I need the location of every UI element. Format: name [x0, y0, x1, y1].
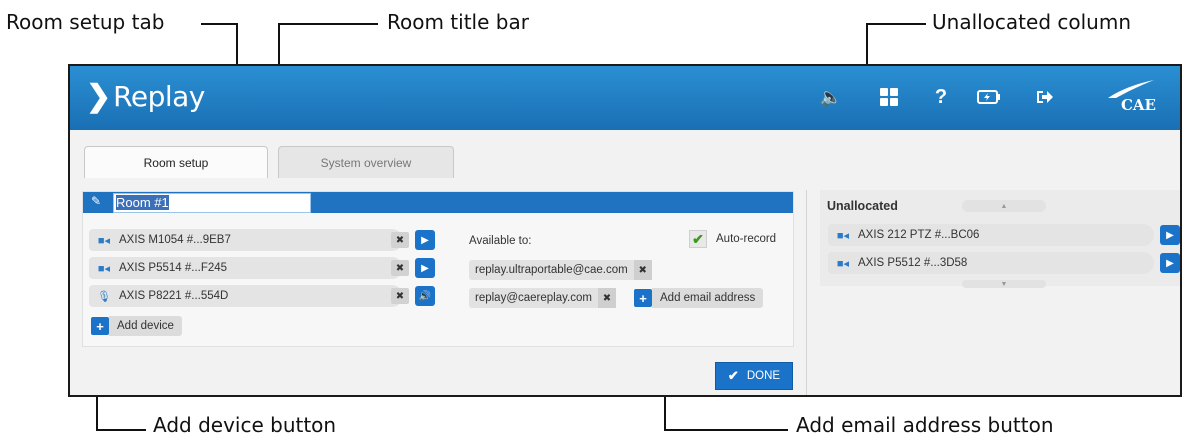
add-device-button[interactable]: + Add device: [91, 316, 182, 336]
plus-icon: +: [91, 317, 109, 335]
chevron-logo-icon: ❯: [86, 79, 112, 113]
device-pill: ■◂ AXIS P5514 #...F245: [89, 257, 403, 279]
leader-line: [96, 429, 146, 431]
pencil-icon[interactable]: ✎: [91, 194, 107, 210]
app-header: ❯ Replay 🔈 ? CAE: [70, 66, 1180, 130]
leader-line: [278, 23, 378, 25]
done-label: DONE: [746, 370, 781, 382]
logout-icon[interactable]: [1034, 86, 1056, 108]
column-divider: [806, 190, 807, 395]
checkmark-icon: ✔: [689, 230, 707, 248]
auto-record-label: Auto-record: [716, 233, 777, 245]
remove-email-button[interactable]: ✖: [633, 260, 652, 280]
speaker-icon[interactable]: 🔈: [820, 86, 842, 108]
email-address: replay@caereplay.com: [469, 288, 598, 308]
tab-room-setup[interactable]: Room setup: [84, 146, 268, 178]
annotated-screenshot: Room setup tab Room title bar Unallocate…: [0, 0, 1196, 442]
callout-room-setup-tab: Room setup tab: [6, 10, 165, 34]
play-icon[interactable]: ▶: [1160, 225, 1180, 245]
remove-email-button[interactable]: ✖: [597, 288, 616, 308]
room-title-input[interactable]: Room #1: [113, 193, 311, 213]
leader-line: [866, 23, 926, 25]
play-icon[interactable]: ▶: [415, 258, 435, 278]
tab-system-overview[interactable]: System overview: [278, 146, 454, 178]
callout-unallocated-column: Unallocated column: [932, 10, 1131, 34]
device-name: AXIS P8221 #...554D: [119, 290, 229, 302]
replay-logo: ❯ Replay: [86, 76, 205, 116]
app-name: Replay: [113, 79, 205, 113]
checkmark-icon: ✔: [727, 368, 739, 383]
device-name: AXIS M1054 #...9EB7: [119, 234, 231, 246]
done-button[interactable]: ✔ DONE: [715, 362, 793, 390]
remove-device-button[interactable]: ✖: [391, 288, 409, 304]
callout-add-device-button: Add device button: [153, 413, 337, 437]
email-chip: replay.ultraportable@cae.com ✖: [469, 260, 652, 280]
leader-line: [664, 429, 788, 431]
battery-icon[interactable]: [976, 86, 1002, 108]
microphone-icon: 🎙: [97, 290, 111, 303]
unallocated-column: Unallocated ▲ ■◂ AXIS 212 PTZ #...BC06 ▶ …: [820, 190, 1180, 288]
device-pill: ■◂ AXIS P5512 #...3D58: [828, 252, 1154, 274]
grid-icon[interactable]: [878, 86, 900, 108]
camera-icon: ■◂: [836, 229, 850, 242]
unallocated-title: Unallocated: [827, 199, 898, 213]
device-pill: ■◂ AXIS M1054 #...9EB7: [89, 229, 403, 251]
cae-logo: CAE: [1106, 78, 1156, 114]
scroll-down-button[interactable]: ▼: [962, 280, 1046, 288]
room-title-bar: ✎ Room #1: [83, 192, 793, 213]
add-device-label: Add device: [109, 316, 182, 336]
remove-device-button[interactable]: ✖: [391, 260, 409, 276]
cae-brand-text: CAE: [1120, 96, 1156, 114]
add-email-label: Add email address: [652, 288, 764, 308]
add-email-button[interactable]: + Add email address: [634, 288, 764, 308]
help-icon[interactable]: ?: [930, 86, 952, 108]
unallocated-device-row[interactable]: ■◂ AXIS P5512 #...3D58 ▶: [828, 252, 1180, 274]
room-title-text: Room #1: [116, 195, 169, 210]
callout-room-title-bar: Room title bar: [387, 10, 529, 34]
camera-icon: ■◂: [97, 262, 111, 275]
email-chip: replay@caereplay.com ✖: [469, 288, 616, 308]
camera-icon: ■◂: [836, 257, 850, 270]
remove-device-button[interactable]: ✖: [391, 232, 409, 248]
room-panel: ✎ Room #1 ■◂ AXIS M1054 #...9EB7 ✖ ▶ ■◂ AX…: [82, 191, 794, 347]
auto-record-checkbox[interactable]: ✔ Auto-record: [689, 230, 776, 248]
device-pill: ■◂ AXIS 212 PTZ #...BC06: [828, 224, 1154, 246]
leader-line: [201, 23, 238, 25]
device-row[interactable]: 🎙 AXIS P8221 #...554D ✖ 🔊: [89, 285, 435, 307]
email-address: replay.ultraportable@cae.com: [469, 260, 634, 280]
scroll-up-button[interactable]: ▲: [962, 200, 1046, 212]
device-name: AXIS P5514 #...F245: [119, 262, 228, 274]
available-to-label: Available to:: [469, 235, 532, 247]
device-row[interactable]: ■◂ AXIS P5514 #...F245 ✖ ▶: [89, 257, 435, 279]
play-icon[interactable]: ▶: [1160, 253, 1180, 273]
device-name: AXIS 212 PTZ #...BC06: [858, 229, 980, 241]
volume-icon[interactable]: 🔊: [415, 286, 435, 306]
plus-icon: +: [634, 289, 652, 307]
device-pill: 🎙 AXIS P8221 #...554D: [89, 285, 403, 307]
callout-add-email-button: Add email address button: [796, 413, 1054, 437]
replay-app-window: ❯ Replay 🔈 ? CAE Room setup System overv…: [68, 64, 1182, 397]
device-row[interactable]: ■◂ AXIS M1054 #...9EB7 ✖ ▶: [89, 229, 435, 251]
camera-icon: ■◂: [97, 234, 111, 247]
unallocated-device-row[interactable]: ■◂ AXIS 212 PTZ #...BC06 ▶: [828, 224, 1180, 246]
device-name: AXIS P5512 #...3D58: [858, 257, 968, 269]
play-icon[interactable]: ▶: [415, 230, 435, 250]
